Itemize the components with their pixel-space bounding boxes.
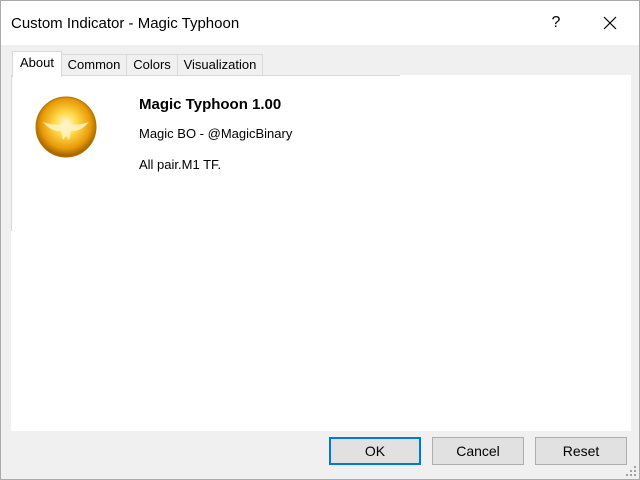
help-button[interactable]: ? <box>533 1 579 45</box>
window-title: Custom Indicator - Magic Typhoon <box>11 15 240 32</box>
about-content: Magic Typhoon 1.00 Magic BO - @MagicBina… <box>11 75 631 431</box>
cancel-button[interactable]: Cancel <box>432 437 524 465</box>
tab-label: Visualization <box>183 57 257 72</box>
reset-button[interactable]: Reset <box>535 437 627 465</box>
dialog-window: Custom Indicator - Magic Typhoon ? About… <box>0 0 640 480</box>
ok-button[interactable]: OK <box>329 437 421 465</box>
tab-about[interactable]: About <box>12 51 62 77</box>
tab-colors[interactable]: Colors <box>126 54 178 75</box>
title-bar[interactable]: Custom Indicator - Magic Typhoon ? <box>1 1 639 45</box>
golden-bird-logo-icon <box>35 96 97 158</box>
tab-visualization[interactable]: Visualization <box>177 54 263 75</box>
tab-label: Common <box>67 57 121 72</box>
close-icon <box>603 16 617 30</box>
resize-grip-icon[interactable] <box>625 465 637 477</box>
close-button[interactable] <box>587 1 633 45</box>
indicator-name: Magic Typhoon 1.00 <box>139 96 282 113</box>
tab-label: Colors <box>133 57 171 72</box>
tab-label: About <box>20 55 54 70</box>
indicator-author: Magic BO - @MagicBinary <box>139 126 293 141</box>
help-icon: ? <box>551 14 561 31</box>
indicator-description: All pair.M1 TF. <box>139 157 222 172</box>
tab-common[interactable]: Common <box>61 54 127 75</box>
